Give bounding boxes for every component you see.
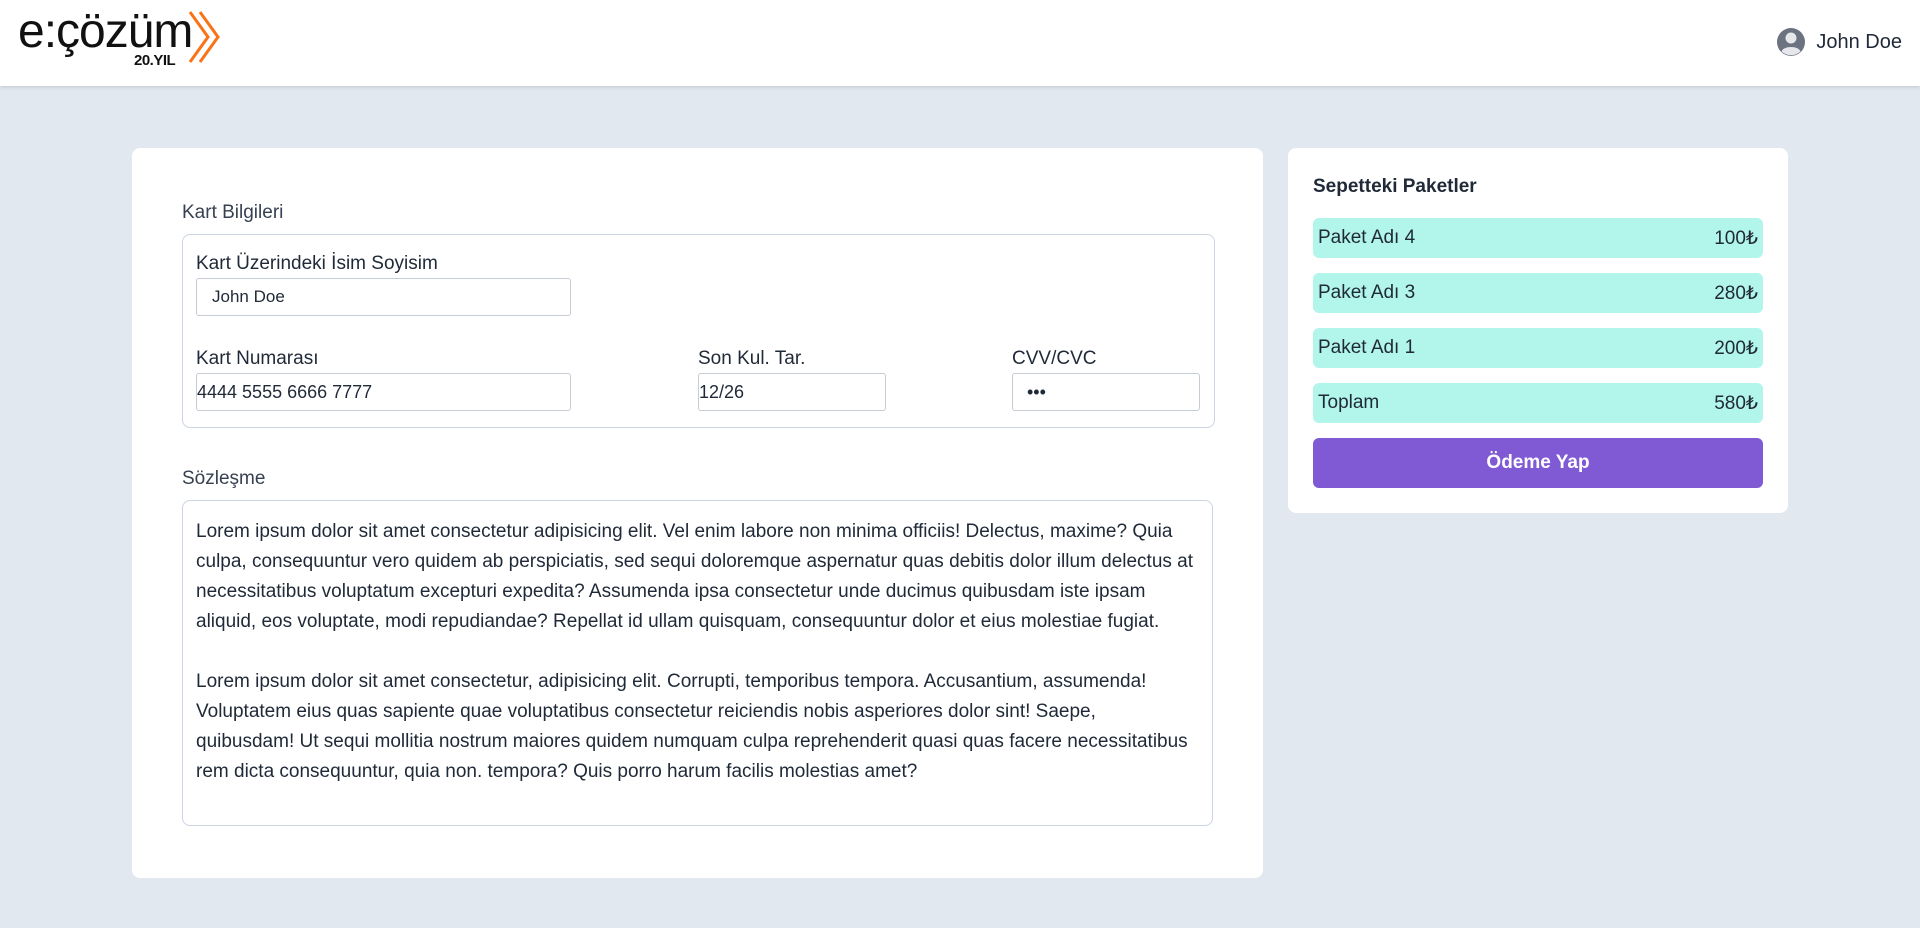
- cart-summary-card: Sepetteki Paketler Paket Adı 4 100₺ Pake…: [1288, 148, 1788, 513]
- card-number-input[interactable]: [196, 373, 571, 411]
- logo-subtitle: 20.YIL: [134, 52, 176, 69]
- logo[interactable]: e:çözüm 20.YIL: [18, 6, 223, 72]
- cart-item-price: 200₺: [1714, 337, 1758, 359]
- logo-text: e:çözüm: [18, 5, 193, 58]
- payment-form-card: Kart Bilgileri Kart Üzerindeki İsim Soyi…: [132, 148, 1263, 878]
- cart-item-name: Paket Adı 3: [1318, 282, 1416, 303]
- contract-title: Sözleşme: [182, 468, 266, 489]
- cvv-label: CVV/CVC: [1012, 348, 1097, 369]
- cvv-input[interactable]: [1012, 373, 1200, 411]
- logo-chevron-icon: [188, 11, 220, 63]
- contract-textbox[interactable]: Lorem ipsum dolor sit amet consectetur a…: [182, 500, 1213, 826]
- cart-item-row: Paket Adı 1 200₺: [1313, 328, 1763, 368]
- cart-total-value: 580₺: [1714, 392, 1758, 414]
- cart-item-price: 100₺: [1714, 227, 1758, 249]
- cardholder-name-input[interactable]: [196, 278, 571, 316]
- card-number-label: Kart Numarası: [196, 348, 319, 369]
- expiry-date-input[interactable]: [698, 373, 886, 411]
- cart-item-price: 280₺: [1714, 282, 1758, 304]
- cart-item-name: Paket Adı 4: [1318, 227, 1416, 248]
- card-info-title: Kart Bilgileri: [182, 202, 284, 223]
- cart-item-name: Paket Adı 1: [1318, 337, 1416, 358]
- pay-button[interactable]: Ödeme Yap: [1313, 438, 1763, 488]
- cardholder-name-label: Kart Üzerindeki İsim Soyisim: [196, 253, 438, 274]
- top-header: e:çözüm 20.YIL John Doe: [0, 0, 1920, 86]
- cart-item-row: Paket Adı 3 280₺: [1313, 273, 1763, 313]
- user-name: John Doe: [1816, 30, 1902, 53]
- cart-item-row: Paket Adı 4 100₺: [1313, 218, 1763, 258]
- card-info-fieldset: Kart Üzerindeki İsim Soyisim Kart Numara…: [182, 234, 1215, 428]
- cart-total-row: Toplam 580₺: [1313, 383, 1763, 423]
- contract-paragraph: Lorem ipsum dolor sit amet consectetur, …: [196, 671, 1188, 782]
- cart-title: Sepetteki Paketler: [1313, 176, 1477, 197]
- cart-total-label: Toplam: [1318, 392, 1380, 413]
- contract-paragraph: Lorem ipsum dolor sit amet consectetur a…: [196, 521, 1194, 632]
- user-avatar-icon: [1777, 28, 1806, 56]
- expiry-date-label: Son Kul. Tar.: [698, 348, 806, 369]
- user-menu[interactable]: John Doe: [1776, 26, 1902, 58]
